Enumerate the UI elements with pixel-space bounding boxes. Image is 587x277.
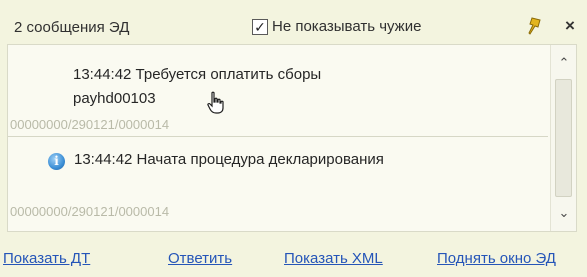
- show-dt-link[interactable]: Показать ДТ: [3, 250, 90, 267]
- reply-link[interactable]: Ответить: [168, 250, 232, 267]
- message-item[interactable]: 13:44:42 Требуется оплатить сборы payhd0…: [8, 45, 548, 137]
- message-text: 13:44:42 Требуется оплатить сборы: [73, 66, 322, 83]
- vertical-scrollbar[interactable]: ⌃ ⌄: [550, 45, 576, 231]
- messages-panel: 13:44:42 Требуется оплатить сборы payhd0…: [7, 44, 577, 232]
- message-id: 00000000/290121/0000014: [10, 204, 170, 219]
- notification-header: 2 сообщения ЭД ✓ Не показывать чужие ×: [0, 0, 587, 40]
- message-id: 00000000/290121/0000014: [10, 117, 170, 132]
- message-extra: payhd00103: [73, 90, 156, 107]
- info-icon: i: [48, 153, 65, 170]
- footer-links: Показать ДТ Ответить Показать XML Поднят…: [0, 244, 587, 274]
- message-item[interactable]: i 13:44:42 Начата процедура декларирован…: [8, 138, 548, 232]
- show-xml-link[interactable]: Показать XML: [284, 250, 383, 267]
- message-text: 13:44:42 Начата процедура декларирования: [74, 151, 384, 168]
- messages-count-title: 2 сообщения ЭД: [14, 19, 130, 36]
- close-icon[interactable]: ×: [565, 16, 575, 36]
- checkbox-label: Не показывать чужие: [272, 18, 422, 35]
- hand-cursor-icon: [207, 91, 224, 114]
- hide-others-checkbox[interactable]: ✓ Не показывать чужие: [252, 18, 421, 35]
- scroll-down-arrow-icon[interactable]: ⌄: [551, 205, 577, 225]
- scroll-up-arrow-icon[interactable]: ⌃: [551, 55, 577, 75]
- raise-ed-window-link[interactable]: Поднять окно ЭД: [437, 250, 556, 267]
- scroll-thumb[interactable]: [555, 79, 572, 197]
- pin-icon[interactable]: [526, 17, 544, 37]
- checkbox-box[interactable]: ✓: [252, 18, 268, 35]
